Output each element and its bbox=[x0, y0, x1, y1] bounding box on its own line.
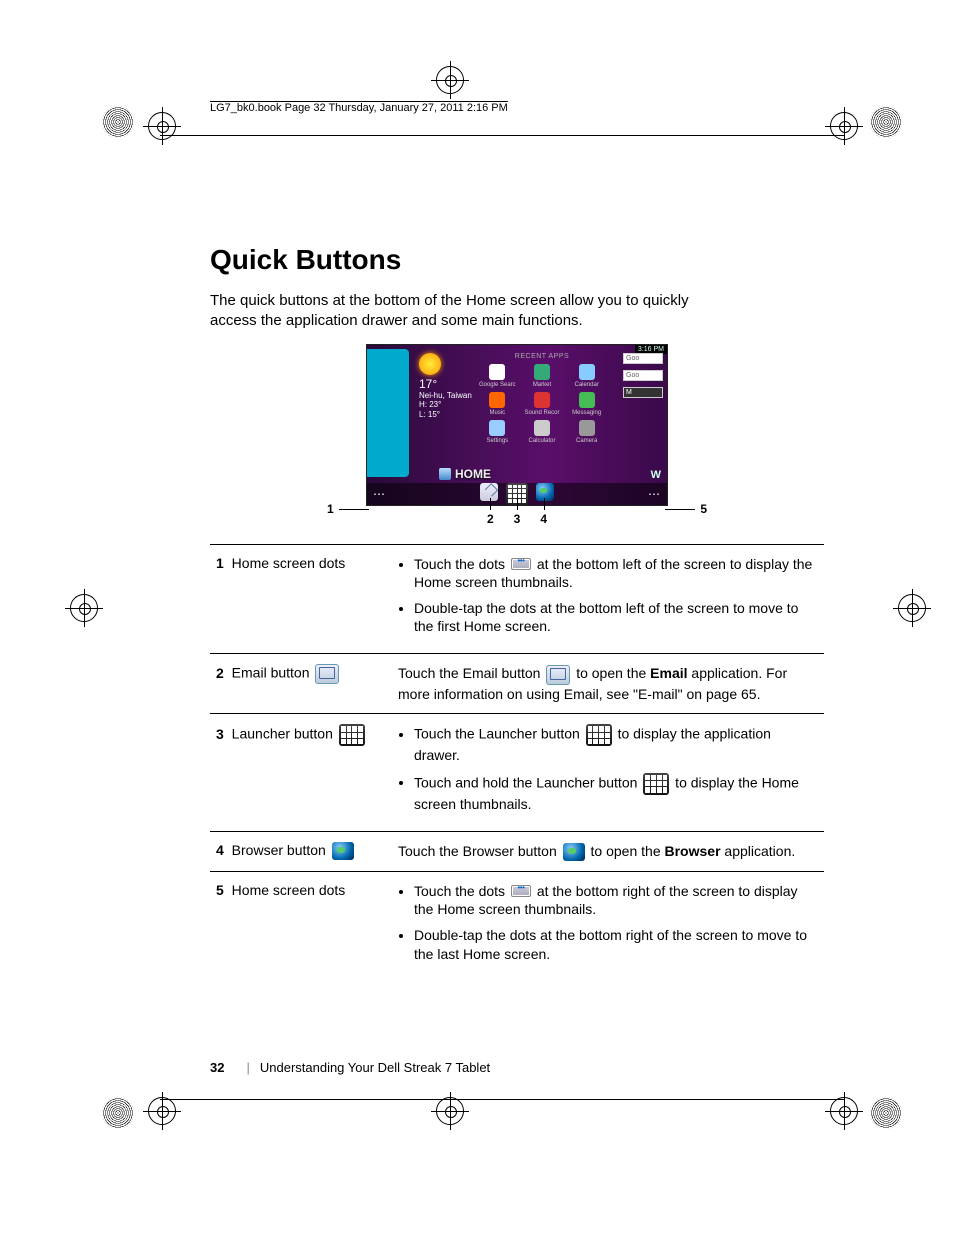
table-row: 1 Home screen dots Touch the dots at the… bbox=[210, 544, 824, 654]
google-search-peek: Goo Goo M bbox=[623, 353, 663, 404]
dots-icon bbox=[511, 885, 531, 897]
table-row: 2 Email button Touch the Email button to… bbox=[210, 654, 824, 714]
browser-icon bbox=[332, 842, 354, 860]
dots-right-icon: ⋯ bbox=[648, 487, 661, 501]
recent-app: Calculator bbox=[522, 420, 563, 444]
recent-app: Settings bbox=[477, 420, 518, 444]
email-icon bbox=[480, 483, 498, 501]
browser-icon bbox=[563, 843, 585, 861]
intro-paragraph: The quick buttons at the bottom of the H… bbox=[210, 291, 730, 332]
recent-apps-panel: RECENT APPS Google SearcMarketCalendarMu… bbox=[477, 353, 607, 444]
reg-mark-corner bbox=[870, 1097, 902, 1129]
recent-app: Google Searc bbox=[477, 364, 518, 388]
recent-app: Messaging bbox=[566, 392, 607, 416]
callout-5: 5 bbox=[700, 502, 707, 516]
screenshot-figure: 1 5 3:16 PM 17° Nei-hu, Taiwan H: 23° L:… bbox=[347, 344, 687, 526]
page-footer: 32|Understanding Your Dell Streak 7 Tabl… bbox=[210, 1060, 490, 1075]
email-icon bbox=[315, 664, 339, 684]
table-row: 3 Launcher button Touch the Launcher but… bbox=[210, 714, 824, 831]
reg-mark bbox=[148, 1097, 174, 1123]
reg-mark bbox=[830, 1097, 856, 1123]
launcher-icon bbox=[586, 724, 612, 746]
browser-icon bbox=[536, 483, 554, 501]
dots-left-icon: ⋯ bbox=[373, 487, 386, 501]
recent-app: Market bbox=[522, 364, 563, 388]
weather-widget: 17° Nei-hu, Taiwan H: 23° L: 15° bbox=[419, 353, 472, 420]
table-row: 4 Browser button Touch the Browser butto… bbox=[210, 831, 824, 871]
table-row: 5 Home screen dots Touch the dots at the… bbox=[210, 872, 824, 981]
frame-line bbox=[160, 1099, 844, 1100]
recent-app: Music bbox=[477, 392, 518, 416]
email-icon bbox=[546, 665, 570, 685]
dots-icon bbox=[511, 558, 531, 570]
quick-buttons-table: 1 Home screen dots Touch the dots at the… bbox=[210, 544, 824, 981]
recent-app: Calendar bbox=[566, 364, 607, 388]
side-panel-icon bbox=[367, 349, 409, 477]
launcher-icon bbox=[339, 724, 365, 746]
page-peek: W bbox=[651, 469, 661, 481]
device-screenshot: 3:16 PM 17° Nei-hu, Taiwan H: 23° L: 15°… bbox=[366, 344, 668, 506]
callout-row-bottom: 2 3 4 bbox=[347, 512, 687, 526]
page-title: Quick Buttons bbox=[210, 244, 824, 276]
launcher-icon bbox=[643, 773, 669, 795]
recent-app: Sound Recor bbox=[522, 392, 563, 416]
reg-mark-corner bbox=[102, 1097, 134, 1129]
sun-icon bbox=[419, 353, 441, 375]
callout-1: 1 bbox=[327, 502, 334, 516]
reg-mark bbox=[436, 1097, 462, 1123]
home-icon bbox=[439, 468, 451, 480]
recent-app: Camera bbox=[566, 420, 607, 444]
home-label: HOME bbox=[439, 467, 491, 481]
running-header: LG7_bk0.book Page 32 Thursday, January 2… bbox=[210, 100, 824, 114]
